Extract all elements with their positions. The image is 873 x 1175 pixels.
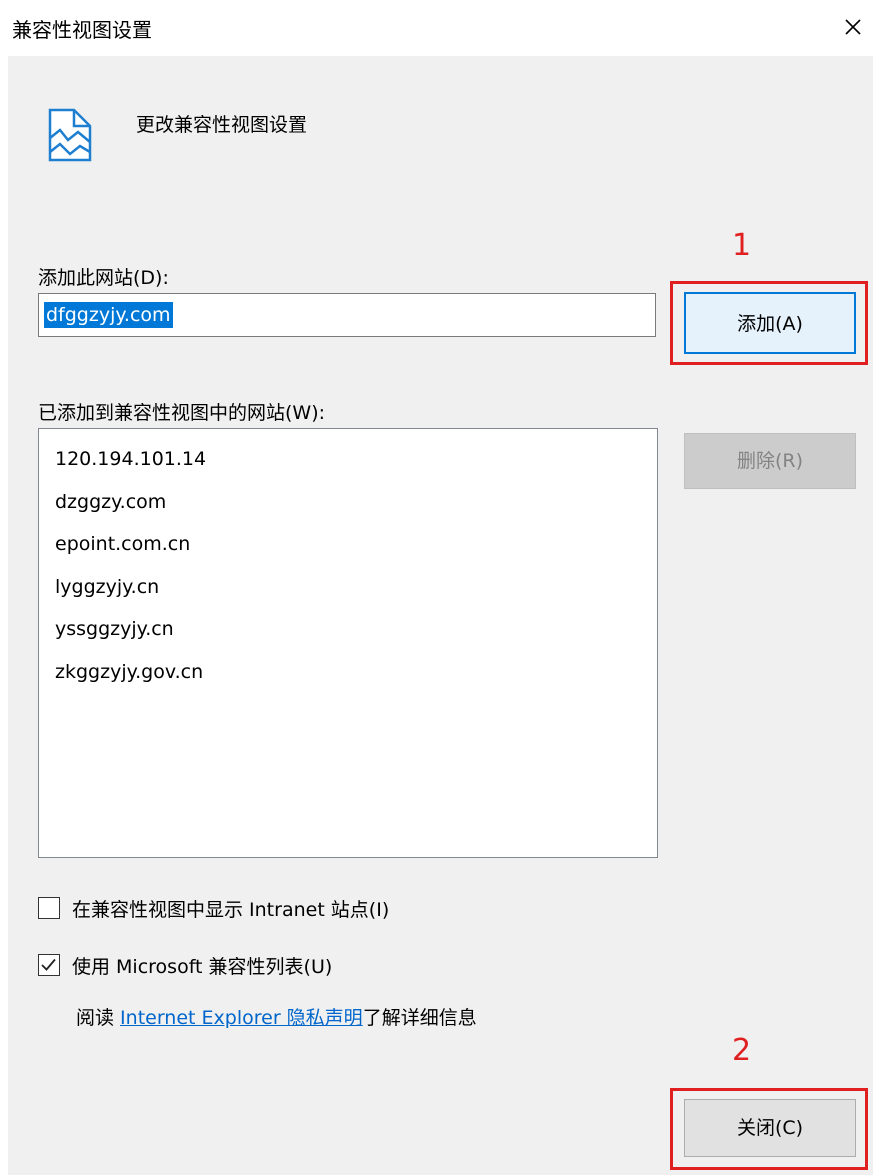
checkmark-icon <box>41 958 56 971</box>
site-list[interactable]: 120.194.101.14 dzggzy.com epoint.com.cn … <box>38 428 658 858</box>
annotation-box-close <box>670 1088 868 1170</box>
intranet-label: 在兼容性视图中显示 Intranet 站点(I) <box>72 899 390 921</box>
annotation-number-1: 1 <box>732 228 752 263</box>
privacy-link[interactable]: Internet Explorer 隐私声明 <box>120 1007 363 1029</box>
header-text: 更改兼容性视图设置 <box>136 114 308 136</box>
privacy-suffix: 了解详细信息 <box>362 1007 477 1029</box>
list-item[interactable]: epoint.com.cn <box>39 528 657 571</box>
add-site-input-value: dfggzyjy.com <box>44 302 173 328</box>
annotation-box-add <box>670 281 868 365</box>
window-title: 兼容性视图设置 <box>12 18 152 42</box>
site-list-label: 已添加到兼容性视图中的网站(W): <box>38 402 326 424</box>
list-item[interactable]: lyggzyjy.cn <box>39 571 657 614</box>
title-bar: 兼容性视图设置 <box>0 0 873 56</box>
add-site-label: 添加此网站(D): <box>38 267 169 289</box>
list-item[interactable]: dzggzy.com <box>39 486 657 529</box>
intranet-checkbox[interactable] <box>38 897 60 919</box>
ms-list-label: 使用 Microsoft 兼容性列表(U) <box>72 956 333 978</box>
annotation-number-2: 2 <box>732 1033 752 1068</box>
remove-button[interactable]: 删除(R) <box>684 433 856 489</box>
close-icon[interactable] <box>838 12 868 42</box>
privacy-text: 阅读 Internet Explorer 隐私声明了解详细信息 <box>76 1003 477 1030</box>
list-item[interactable]: zkggzyjy.gov.cn <box>39 656 657 699</box>
privacy-prefix: 阅读 <box>76 1007 121 1029</box>
list-item[interactable]: 120.194.101.14 <box>39 443 657 486</box>
list-item[interactable]: yssggzyjy.cn <box>39 613 657 656</box>
ms-list-checkbox[interactable] <box>38 954 60 976</box>
compat-view-icon <box>48 108 92 162</box>
add-site-input[interactable]: dfggzyjy.com <box>38 293 656 337</box>
